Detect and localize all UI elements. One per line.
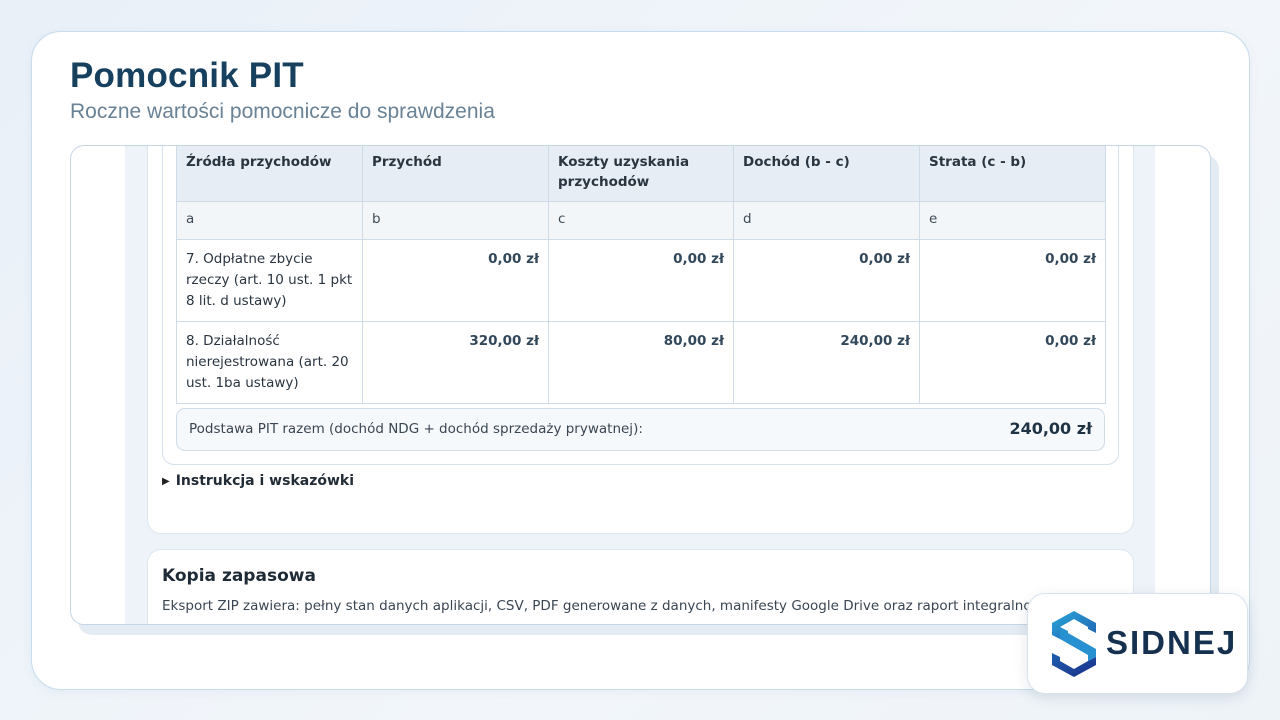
strata-cell: 0,00 zł — [919, 321, 1106, 404]
income-table: Źródła przychodów Przychód Koszty uzyska… — [176, 146, 1106, 404]
backup-panel: Kopia zapasowa Eksport ZIP zawiera: pełn… — [147, 549, 1134, 624]
letter-cell: c — [548, 201, 734, 240]
table-header-row: Źródła przychodów Przychód Koszty uzyska… — [176, 146, 1106, 202]
summary-value: 240,00 zł — [1009, 419, 1092, 438]
table-letter-row: a b c d e — [176, 201, 1106, 240]
letter-cell: e — [919, 201, 1106, 240]
header-przychod: Przychód — [362, 146, 549, 202]
instructions-label: Instrukcja i wskazówki — [175, 473, 355, 489]
letter-cell: d — [733, 201, 920, 240]
letter-cell: a — [176, 201, 363, 240]
app-screenshot-frame: Źródła przychodów Przychód Koszty uzyska… — [70, 145, 1211, 625]
header-strata: Strata (c - b) — [919, 146, 1106, 202]
backup-title: Kopia zapasowa — [162, 566, 316, 586]
slide-subtitle: Roczne wartości pomocnicze do sprawdzeni… — [70, 100, 495, 123]
table-row: 7. Odpłatne zbycie rzeczy (art. 10 ust. … — [176, 239, 1106, 322]
header-dochod: Dochód (b - c) — [733, 146, 920, 202]
source-cell: 7. Odpłatne zbycie rzeczy (art. 10 ust. … — [176, 239, 363, 322]
header-koszty: Koszty uzyskania przychodów — [548, 146, 734, 202]
slide-title: Pomocnik PIT — [70, 56, 304, 95]
triangle-right-icon: ▶ — [162, 475, 170, 487]
summary-bar: Podstawa PIT razem (dochód NDG + dochód … — [176, 408, 1105, 451]
header-source: Źródła przychodów — [176, 146, 363, 202]
strata-cell: 0,00 zł — [919, 239, 1106, 322]
przychod-cell: 0,00 zł — [362, 239, 549, 322]
koszty-cell: 0,00 zł — [548, 239, 734, 322]
dochod-cell: 240,00 zł — [733, 321, 920, 404]
pit-panel: Źródła przychodów Przychód Koszty uzyska… — [147, 146, 1134, 534]
source-cell: 8. Działalność nierejestrowana (art. 20 … — [176, 321, 363, 404]
letter-cell: b — [362, 201, 549, 240]
summary-label: Podstawa PIT razem (dochód NDG + dochód … — [189, 421, 643, 437]
przychod-cell: 320,00 zł — [362, 321, 549, 404]
table-row: 8. Działalność nierejestrowana (art. 20 … — [176, 321, 1106, 404]
koszty-cell: 80,00 zł — [548, 321, 734, 404]
instructions-toggle[interactable]: ▶ Instrukcja i wskazówki — [162, 473, 354, 489]
dochod-cell: 0,00 zł — [733, 239, 920, 322]
brand-logo-card: SIDNEJ — [1027, 593, 1248, 694]
sidnej-logo-icon — [1048, 609, 1100, 683]
backup-description: Eksport ZIP zawiera: pełny stan danych a… — [162, 598, 1108, 614]
brand-name: SIDNEJ — [1106, 624, 1238, 661]
income-table-box: Źródła przychodów Przychód Koszty uzyska… — [162, 146, 1119, 465]
